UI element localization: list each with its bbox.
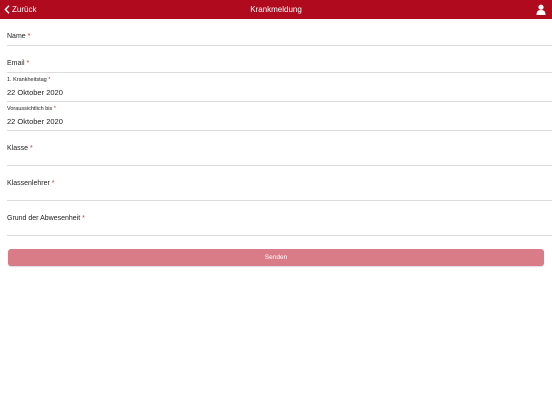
required-mark: * bbox=[51, 180, 55, 187]
expected-until-field[interactable]: Voraussichtlich bis * 22 Oktober 2020 bbox=[0, 102, 552, 131]
name-field[interactable]: Name * bbox=[0, 19, 552, 46]
class-teacher-label: Klassenlehrer * bbox=[7, 180, 55, 187]
field-divider bbox=[7, 235, 552, 236]
required-mark: * bbox=[48, 77, 51, 83]
email-label: Email * bbox=[7, 60, 30, 67]
required-mark: * bbox=[26, 60, 30, 67]
name-label: Name * bbox=[7, 33, 31, 40]
expected-until-value: 22 Oktober 2020 bbox=[7, 117, 63, 126]
first-sick-day-label: 1. Krankheitstag * bbox=[7, 77, 51, 83]
email-field[interactable]: Email * bbox=[0, 46, 552, 73]
submit-button[interactable]: Senden bbox=[8, 249, 544, 266]
expected-until-label: Voraussichtlich bis * bbox=[7, 106, 56, 112]
class-teacher-field[interactable]: Klassenlehrer * bbox=[0, 166, 552, 201]
first-sick-day-field[interactable]: 1. Krankheitstag * 22 Oktober 2020 bbox=[0, 73, 552, 102]
absence-reason-field[interactable]: Grund der Abwesenheit * bbox=[0, 201, 552, 236]
required-mark: * bbox=[29, 145, 33, 152]
page-title: Krankmeldung bbox=[250, 5, 302, 14]
user-icon[interactable] bbox=[536, 4, 546, 15]
class-label: Klasse * bbox=[7, 145, 33, 152]
first-sick-day-value: 22 Oktober 2020 bbox=[7, 88, 63, 97]
required-mark: * bbox=[53, 106, 56, 112]
required-mark: * bbox=[27, 33, 31, 40]
required-mark: * bbox=[82, 215, 85, 222]
absence-reason-label: Grund der Abwesenheit * bbox=[7, 215, 85, 222]
class-field[interactable]: Klasse * bbox=[0, 131, 552, 166]
navigation-bar: Zurück Krankmeldung bbox=[0, 0, 552, 19]
